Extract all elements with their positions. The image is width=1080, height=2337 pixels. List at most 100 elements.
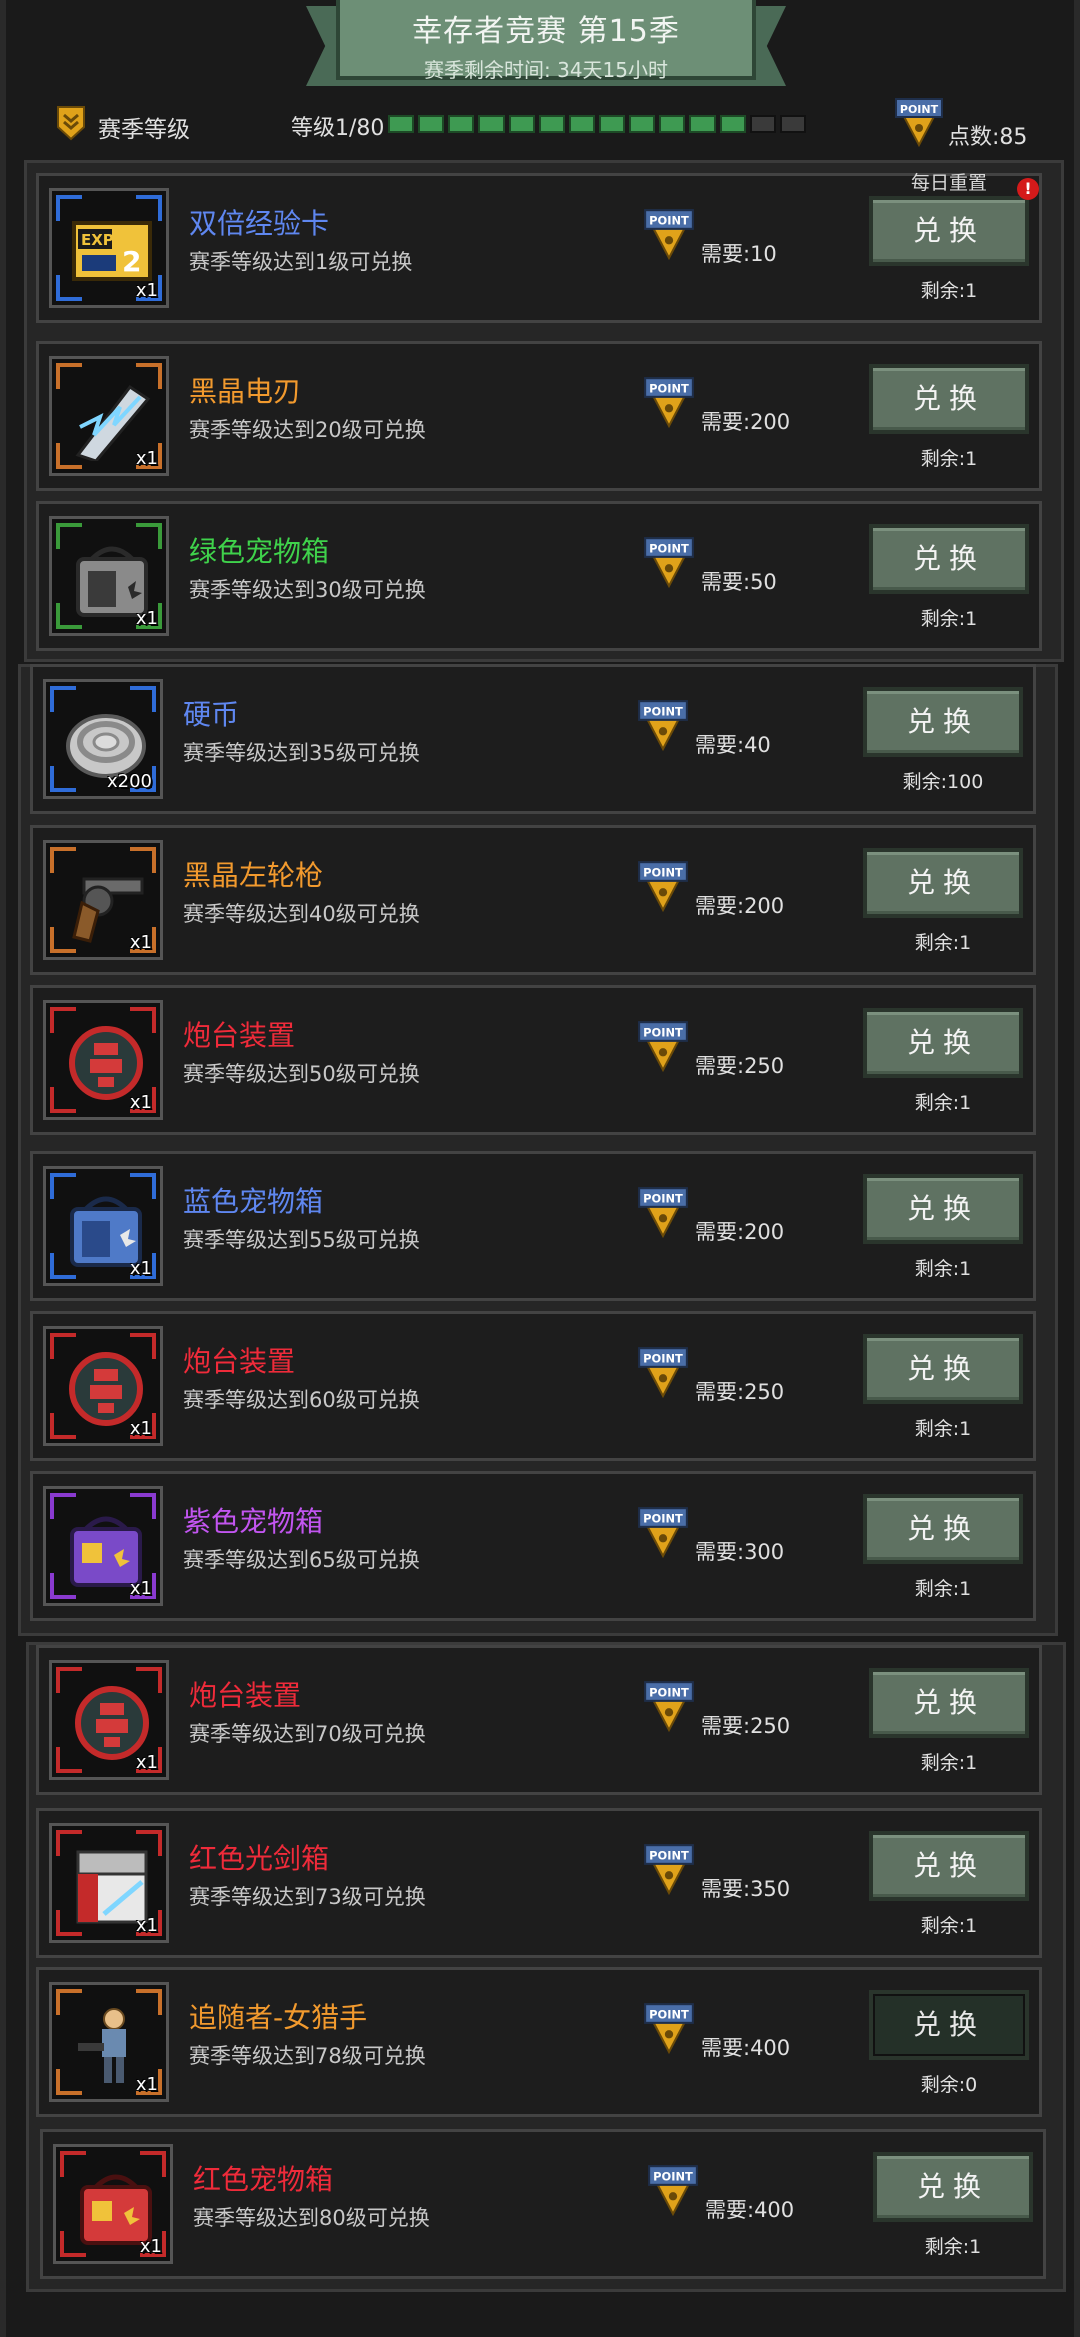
item-slot[interactable]: x200 [43,679,163,799]
item-requirement: 赛季等级达到20级可兑换 [189,418,426,442]
item-requirement: 赛季等级达到70级可兑换 [189,1722,426,1746]
exchange-button[interactable]: 兑换 [869,1831,1029,1901]
item-cost: 需要:200 [695,1220,785,1244]
item-cost: 需要:50 [701,570,777,594]
item-cost: 需要:250 [695,1054,785,1078]
point-badge-text: POINT [649,2008,689,2022]
level-bar-segment [478,115,505,133]
point-badge-text: POINT [643,1192,683,1206]
remaining-count: 剩余:1 [924,2236,982,2258]
point-badge-text: POINT [653,2170,693,2184]
point-cost-icon: POINT [648,2165,698,2216]
item-name: 黑晶电刃 [189,375,302,408]
exchange-button[interactable]: 兑换 [869,1668,1029,1738]
item-quantity: x1 [129,932,152,953]
item-name: 红色宠物箱 [193,2163,334,2196]
remaining-count: 剩余:1 [920,1915,978,1937]
svg-text:2: 2 [122,245,141,278]
exchange-button[interactable]: 兑换 [869,364,1029,434]
point-badge-text: POINT [643,1352,683,1366]
item-slot[interactable]: x1 [49,1982,169,2102]
level-bar-segment [568,115,595,133]
item-quantity: x1 [135,1915,158,1936]
item-cost: 需要:300 [695,1540,785,1564]
reward-row: x1 追随者-女猎手 赛季等级达到78级可兑换 POINT 需要:400 兑换 剩余:0 [36,1967,1042,2117]
point-cost-icon: POINT [638,1507,688,1558]
reward-row: x200 硬币 赛季等级达到35级可兑换 POINT 需要:40 兑换 剩余:100 [30,664,1036,814]
item-requirement: 赛季等级达到1级可兑换 [189,250,413,274]
point-badge-text: POINT [643,705,683,719]
item-requirement: 赛季等级达到65级可兑换 [183,1548,420,1572]
item-cost: 需要:200 [701,410,791,434]
svg-text:EXP: EXP [81,231,114,249]
reward-row: x1 黑晶电刃 赛季等级达到20级可兑换 POINT 需要:200 兑换 剩余:1 [36,341,1042,491]
exchange-button[interactable]: 兑换 [869,524,1029,594]
season-title: 幸存者竞赛 第15季 [412,14,680,49]
exchange-button[interactable]: 兑换 [869,1990,1029,2060]
notification-badge: ! [1017,178,1039,200]
item-slot[interactable]: x1 [53,2144,173,2264]
season-remaining-time: 赛季剩余时间: 34天15小时 [424,58,668,82]
exchange-button[interactable]: 兑换 [863,1334,1023,1404]
item-slot[interactable]: x1 [43,1326,163,1446]
item-cost: 需要:400 [705,2198,795,2222]
item-slot[interactable]: x1 [49,516,169,636]
remaining-count: 剩余:1 [914,1418,972,1440]
point-badge-text: POINT [643,1026,683,1040]
item-slot[interactable]: x1 [43,1166,163,1286]
item-name: 绿色宠物箱 [189,535,330,568]
remaining-count: 剩余:1 [914,1258,972,1280]
item-quantity: x1 [129,1092,152,1113]
item-slot[interactable]: x1 [43,840,163,960]
item-requirement: 赛季等级达到73级可兑换 [189,1885,426,1909]
reward-row: x1 炮台装置 赛季等级达到70级可兑换 POINT 需要:250 兑换 剩余:1 [36,1645,1042,1795]
level-bar-segment [629,115,656,133]
point-badge-text: POINT [649,214,689,228]
level-bar-segment [388,115,415,133]
item-quantity: x1 [129,1258,152,1279]
item-slot[interactable]: EXP 2 x1 [49,188,169,308]
screen: 幸存者竞赛 第15季 赛季剩余时间: 34天15小时 赛季等级 等级1/80 P… [0,0,1080,2337]
reward-row: EXP 2 x1 双倍经验卡 赛季等级达到1级可兑换 POINT 需要:10 每日重置 兑换! 剩… [36,172,1042,323]
point-cost-icon: POINT [644,1844,694,1895]
item-quantity: x1 [135,448,158,469]
item-slot[interactable]: x1 [43,1486,163,1606]
remaining-count: 剩余:100 [902,771,984,793]
point-cost-icon: POINT [638,1187,688,1238]
point-badge-text: POINT [900,103,939,116]
level-bar-segment [418,115,445,133]
level-bar-segment [719,115,746,133]
reward-row: x1 红色光剑箱 赛季等级达到73级可兑换 POINT 需要:350 兑换 剩余:1 [36,1808,1042,1958]
item-slot[interactable]: x1 [49,1660,169,1780]
points-balance: 点数:85 [948,125,1028,150]
item-quantity: x200 [106,771,152,792]
exchange-button[interactable]: 兑换 [869,196,1029,266]
item-name: 紫色宠物箱 [183,1505,324,1538]
item-quantity: x1 [135,2074,158,2095]
item-name: 硬币 [183,698,240,731]
remaining-count: 剩余:1 [920,280,978,302]
exchange-button[interactable]: 兑换 [863,1008,1023,1078]
item-slot[interactable]: x1 [49,1823,169,1943]
item-quantity: x1 [129,1418,152,1439]
item-requirement: 赛季等级达到40级可兑换 [183,902,420,926]
point-badge-text: POINT [649,542,689,556]
exchange-button[interactable]: 兑换 [863,687,1023,757]
reward-row: x1 炮台装置 赛季等级达到50级可兑换 POINT 需要:250 兑换 剩余:1 [30,985,1036,1135]
level-bar-segment [749,115,776,133]
item-slot[interactable]: x1 [49,356,169,476]
item-requirement: 赛季等级达到35级可兑换 [183,741,420,765]
exchange-button[interactable]: 兑换 [863,848,1023,918]
point-cost-icon: POINT [638,700,688,751]
point-cost-icon: POINT [644,209,694,260]
point-currency-icon: POINT [895,98,943,147]
exchange-button[interactable]: 兑换 [863,1174,1023,1244]
item-slot[interactable]: x1 [43,1000,163,1120]
item-name: 双倍经验卡 [189,207,330,240]
exchange-button[interactable]: 兑换 [873,2152,1033,2222]
exchange-button[interactable]: 兑换 [863,1494,1023,1564]
item-quantity: x1 [135,1752,158,1773]
reward-row: x1 黑晶左轮枪 赛季等级达到40级可兑换 POINT 需要:200 兑换 剩余:1 [30,825,1036,975]
item-cost: 需要:200 [695,894,785,918]
item-cost: 需要:250 [695,1380,785,1404]
